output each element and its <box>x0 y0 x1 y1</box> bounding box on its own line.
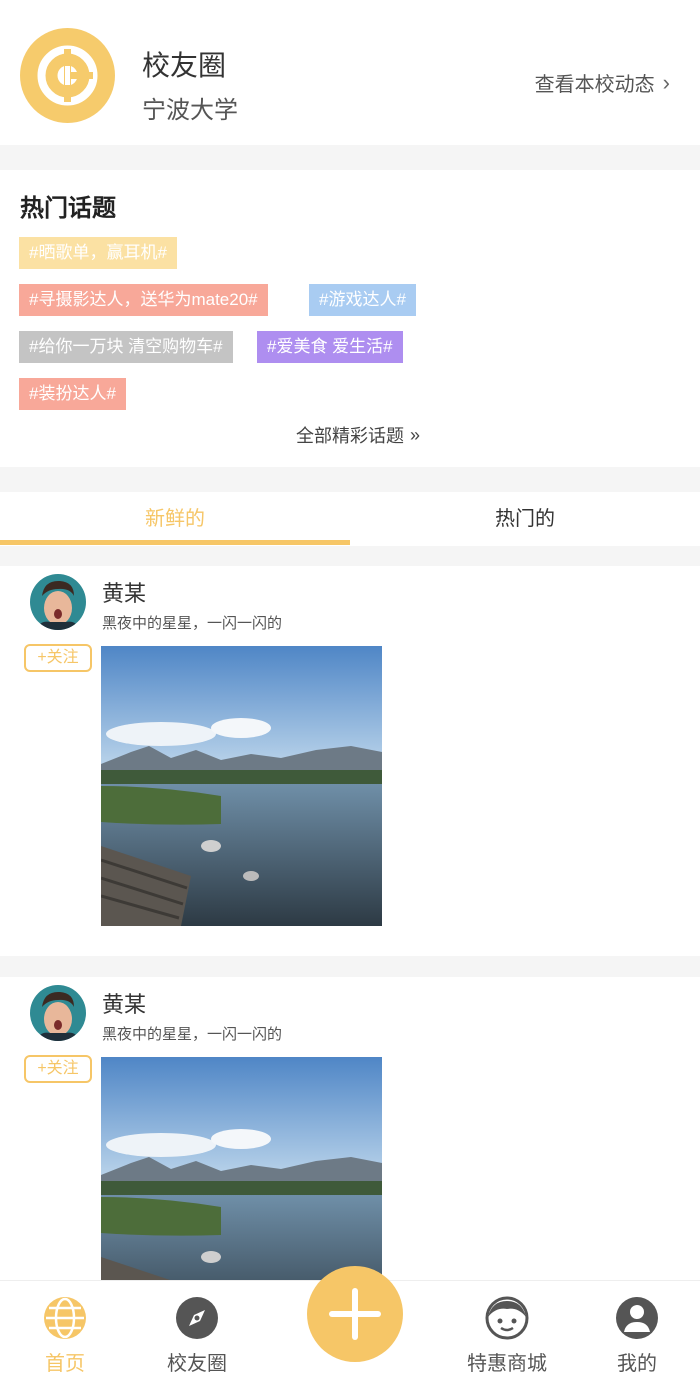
active-tab-indicator <box>0 540 350 545</box>
view-school-label: 查看本校动态 <box>534 74 655 96</box>
app-title: 校友圈 <box>142 50 227 81</box>
avatar[interactable] <box>30 574 86 630</box>
post-text: 黑夜中的星星，一闪一闪的 <box>102 1026 283 1043</box>
topic-tag[interactable]: #给你一万块 清空购物车# <box>19 331 233 363</box>
publish-button[interactable] <box>307 1266 403 1362</box>
hot-topics-title: 热门话题 <box>20 195 116 222</box>
nav-mall[interactable]: 特惠商城 <box>452 1295 562 1376</box>
post-author: 黄某 <box>102 992 147 1017</box>
user-icon <box>616 1297 658 1339</box>
hot-topics-section: 热门话题 #晒歌单，赢耳机# #寻摄影达人，送华为mate20# #游戏达人# … <box>0 170 700 467</box>
nav-mall-label: 特惠商城 <box>467 1353 547 1375</box>
plus-icon <box>329 1288 381 1340</box>
post-text: 黑夜中的星星，一闪一闪的 <box>102 615 283 632</box>
all-topics-link[interactable]: 全部精彩话题 » <box>296 422 420 448</box>
topic-tag[interactable]: #爱美食 爱生活# <box>257 331 403 363</box>
school-logo <box>20 28 115 123</box>
feed-post: +关注 黄某 黑夜中的星星，一闪一闪的 <box>0 977 700 1297</box>
school-name: 宁波大学 <box>142 97 238 124</box>
feed-tabs: 新鲜的 热门的 <box>0 492 700 546</box>
globe-icon <box>44 1297 86 1339</box>
follow-button[interactable]: +关注 <box>24 1055 92 1083</box>
nav-home[interactable]: 首页 <box>10 1295 120 1376</box>
chevron-right-icon: › <box>662 69 670 95</box>
double-chevron-right-icon: » <box>410 424 421 445</box>
post-author: 黄某 <box>102 581 147 606</box>
tab-fresh[interactable]: 新鲜的 <box>0 492 350 546</box>
feed-post: +关注 黄某 黑夜中的星星，一闪一闪的 <box>0 566 700 956</box>
tab-hot[interactable]: 热门的 <box>350 492 700 546</box>
nav-alumni[interactable]: 校友圈 <box>142 1295 252 1376</box>
topic-tag[interactable]: #装扮达人# <box>19 378 126 410</box>
nav-mine-label: 我的 <box>617 1353 657 1375</box>
post-image[interactable] <box>101 646 382 926</box>
post-image[interactable] <box>101 1057 382 1280</box>
topic-tag[interactable]: #游戏达人# <box>309 284 416 316</box>
school-logo-icon <box>37 45 98 106</box>
follow-button[interactable]: +关注 <box>24 644 92 672</box>
avatar[interactable] <box>30 985 86 1041</box>
topic-tag[interactable]: #晒歌单，赢耳机# <box>19 237 177 269</box>
nav-alumni-label: 校友圈 <box>167 1353 227 1375</box>
nav-home-label: 首页 <box>45 1353 85 1375</box>
view-school-dynamics-link[interactable]: 查看本校动态 › <box>535 68 670 97</box>
topic-tag[interactable]: #寻摄影达人，送华为mate20# <box>19 284 268 316</box>
all-topics-label: 全部精彩话题 <box>296 426 404 446</box>
compass-icon <box>176 1297 218 1339</box>
school-header: 校友圈 宁波大学 查看本校动态 › <box>0 0 700 145</box>
nav-mine[interactable]: 我的 <box>582 1295 692 1376</box>
face-icon <box>485 1296 529 1340</box>
